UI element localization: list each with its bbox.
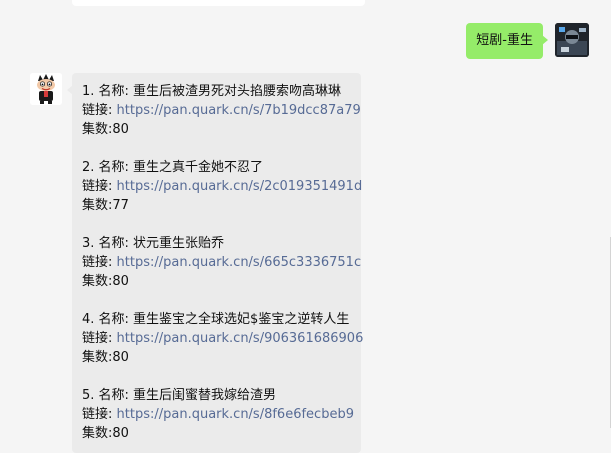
user-avatar[interactable]	[555, 23, 589, 57]
item-title: 2. 名称: 重生之真千金她不忍了	[82, 160, 264, 175]
item-episodes: 集数:77	[82, 198, 129, 213]
item-link-line: 链接: https://pan.quark.cn/s/665c3336751c	[82, 253, 361, 272]
link-label: 链接:	[82, 331, 117, 346]
link-label: 链接:	[82, 255, 117, 270]
link-label: 链接:	[82, 407, 117, 422]
reply-item-list: 1. 名称: 重生后被渣男死对头掐腰索吻高琳琳 链接: https://pan.q…	[82, 82, 364, 443]
bot-avatar[interactable]	[30, 73, 62, 105]
user-avatar-image	[555, 23, 589, 57]
item-title: 4. 名称: 重生鉴宝之全球选妃$鉴宝之逆转人生	[82, 312, 350, 327]
item-spacer	[82, 139, 361, 158]
reply-list-item: 1. 名称: 重生后被渣男死对头掐腰索吻高琳琳 链接: https://pan.q…	[82, 82, 361, 139]
reply-list-item: 4. 名称: 重生鉴宝之全球选妃$鉴宝之逆转人生 链接: https://pan.…	[82, 310, 364, 367]
item-link-line: 链接: https://pan.quark.cn/s/8f6e6fecbeb9	[82, 405, 361, 424]
item-link[interactable]: https://pan.quark.cn/s/8f6e6fecbeb9	[117, 407, 354, 422]
item-title: 1. 名称: 重生后被渣男死对头掐腰索吻高琳琳	[82, 84, 342, 99]
sent-message-text: 短剧-重生	[476, 33, 533, 48]
item-episodes: 集数:80	[82, 350, 129, 365]
reply-list-item: 3. 名称: 状元重生张贻乔 链接: https://pan.quark.cn/s…	[82, 234, 361, 291]
cartoon-avatar-image	[30, 73, 62, 105]
received-message-bubble[interactable]: 1. 名称: 重生后被渣男死对头掐腰索吻高琳琳 链接: https://pan.q…	[67, 73, 364, 453]
sent-message-row: 短剧-重生	[466, 23, 589, 59]
item-link-line: 链接: https://pan.quark.cn/s/2c019351491d	[82, 177, 363, 196]
item-link[interactable]: https://pan.quark.cn/s/2c019351491d	[117, 179, 363, 194]
item-spacer	[82, 367, 361, 386]
item-link[interactable]: https://pan.quark.cn/s/665c3336751c	[117, 255, 362, 270]
item-spacer	[82, 291, 361, 310]
item-link-line: 链接: https://pan.quark.cn/s/906361686906	[82, 329, 364, 348]
reply-list-item: 2. 名称: 重生之真千金她不忍了 链接: https://pan.quark.c…	[82, 158, 363, 215]
item-link[interactable]: https://pan.quark.cn/s/7b19dcc87a79	[117, 103, 361, 118]
link-label: 链接:	[82, 179, 117, 194]
link-label: 链接:	[82, 103, 117, 118]
item-link-line: 链接: https://pan.quark.cn/s/7b19dcc87a79	[82, 101, 361, 120]
item-spacer	[82, 215, 361, 234]
reply-list-item: 5. 名称: 重生后闺蜜替我嫁给渣男 链接: https://pan.quark.…	[82, 386, 361, 443]
item-link[interactable]: https://pan.quark.cn/s/906361686906	[117, 331, 364, 346]
sent-message-bubble[interactable]: 短剧-重生	[466, 23, 548, 59]
previous-message-bubble	[72, 0, 365, 6]
item-episodes: 集数:80	[82, 274, 129, 289]
item-title: 3. 名称: 状元重生张贻乔	[82, 236, 225, 251]
item-episodes: 集数:80	[82, 122, 129, 137]
item-title: 5. 名称: 重生后闺蜜替我嫁给渣男	[82, 388, 277, 403]
item-episodes: 集数:80	[82, 426, 129, 441]
